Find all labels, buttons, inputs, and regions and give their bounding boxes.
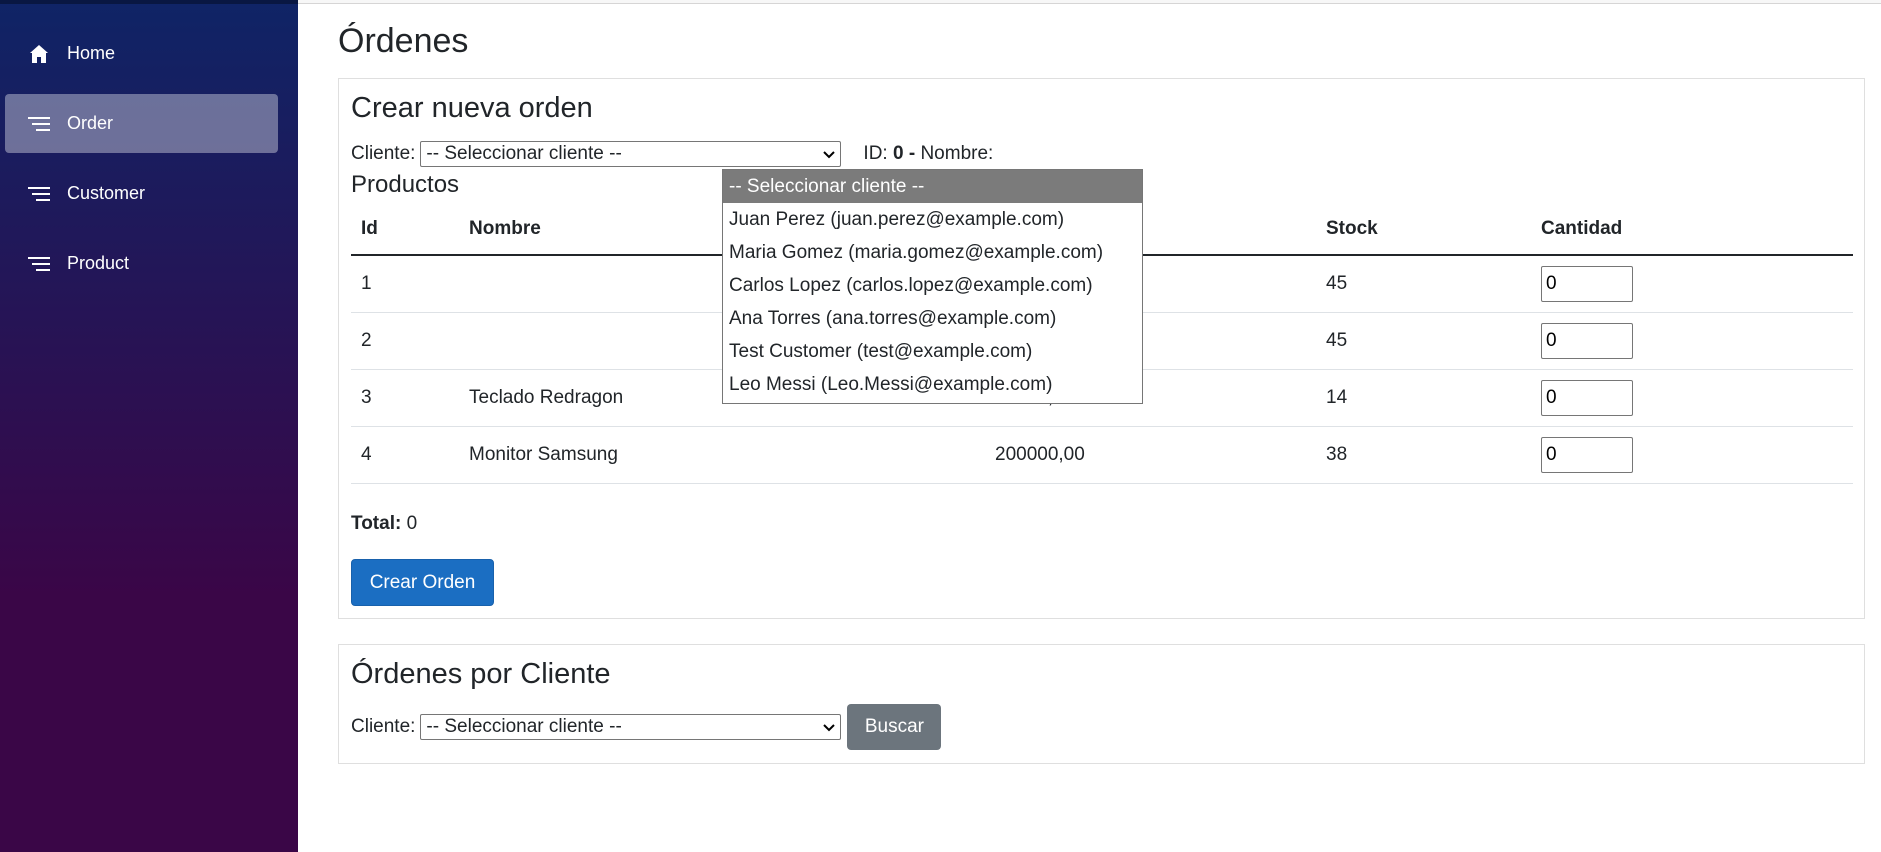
sidebar-item-home[interactable]: Home [5, 24, 278, 83]
sidebar-item-customer[interactable]: Customer [5, 164, 278, 223]
home-icon [27, 42, 51, 66]
dropdown-option[interactable]: Juan Perez (juan.perez@example.com) [723, 203, 1142, 236]
search-client-select-value: -- Seleccionar cliente -- [426, 716, 622, 737]
client-info: ID: 0 - Nombre: [863, 143, 993, 165]
sidebar-nav: Home Order Customer Product [5, 24, 278, 304]
order-total: Total: 0 [351, 513, 417, 535]
quantity-input[interactable] [1541, 436, 1633, 473]
products-label: Productos [351, 171, 460, 198]
cell-stock: 14 [1316, 369, 1531, 427]
top-bar [298, 0, 1881, 4]
cell-id: 3 [351, 369, 459, 427]
list-icon [27, 252, 51, 276]
sidebar-item-order[interactable]: Order [5, 94, 278, 153]
cell-quantity [1531, 312, 1853, 370]
sidebar-item-label: Product [67, 253, 130, 273]
column-header: Stock [1316, 203, 1531, 256]
cell-quantity [1531, 255, 1853, 313]
table-row: 4 Monitor Samsung 200000,00 38 [351, 426, 1853, 484]
client-row: Cliente: -- Seleccionar cliente -- ID: 0… [351, 141, 993, 167]
cell-price: 200000,00 [985, 426, 1316, 484]
id-label: ID: [863, 143, 888, 164]
cell-stock: 38 [1316, 426, 1531, 484]
search-client-row: Cliente: -- Seleccionar cliente -- Busca… [351, 704, 942, 750]
sidebar-item-label: Order [67, 113, 114, 133]
list-icon [27, 112, 51, 136]
client-label: Cliente: [351, 143, 416, 164]
page-title: Órdenes [338, 22, 469, 60]
cell-stock: 45 [1316, 255, 1531, 313]
id-separator: - [908, 143, 916, 164]
sidebar-item-product[interactable]: Product [5, 234, 278, 293]
sidebar: Home Order Customer Product [0, 0, 298, 852]
sidebar-top-border [0, 0, 298, 4]
chevron-down-icon [822, 720, 836, 734]
quantity-input[interactable] [1541, 265, 1633, 302]
name-label: Nombre: [920, 143, 994, 164]
total-value: 0 [406, 513, 418, 534]
client-select-value: -- Seleccionar cliente -- [426, 143, 622, 164]
column-header: Id [351, 203, 459, 256]
search-client-select[interactable]: -- Seleccionar cliente -- [420, 714, 842, 740]
app: Home Order Customer Product Órdenes Crea… [0, 0, 1881, 852]
dropdown-option[interactable]: Ana Torres (ana.torres@example.com) [723, 302, 1142, 335]
cell-stock: 45 [1316, 312, 1531, 370]
chevron-down-icon [822, 147, 836, 161]
dropdown-option[interactable]: Carlos Lopez (carlos.lopez@example.com) [723, 269, 1142, 302]
total-label: Total: [351, 513, 402, 534]
id-value: 0 [892, 143, 904, 164]
main-content: Órdenes Crear nueva orden Cliente: -- Se… [298, 0, 1881, 852]
dropdown-option[interactable]: Test Customer (test@example.com) [723, 335, 1142, 368]
cell-id: 4 [351, 426, 459, 484]
column-header: Cantidad [1531, 203, 1853, 256]
cell-quantity [1531, 426, 1853, 484]
client-dropdown-list[interactable]: -- Seleccionar cliente -- Juan Perez (ju… [722, 169, 1143, 404]
dropdown-option[interactable]: Maria Gomez (maria.gomez@example.com) [723, 236, 1142, 269]
dropdown-option[interactable]: Leo Messi (Leo.Messi@example.com) [723, 368, 1142, 401]
sidebar-item-label: Home [67, 43, 116, 63]
cell-quantity [1531, 369, 1853, 427]
orders-by-client-card: Órdenes por Cliente Cliente: -- Seleccio… [338, 644, 1865, 764]
cell-name: Monitor Samsung [459, 426, 985, 484]
cell-id: 1 [351, 255, 459, 313]
client-label: Cliente: [351, 716, 416, 737]
orders-by-client-title: Órdenes por Cliente [351, 658, 611, 690]
client-select[interactable]: -- Seleccionar cliente -- [420, 141, 842, 167]
dropdown-option[interactable]: -- Seleccionar cliente -- [723, 170, 1142, 203]
quantity-input[interactable] [1541, 322, 1633, 359]
create-order-title: Crear nueva orden [351, 92, 593, 124]
search-button[interactable]: Buscar [847, 704, 942, 750]
create-order-button[interactable]: Crear Orden [351, 559, 494, 606]
cell-id: 2 [351, 312, 459, 370]
list-icon [27, 182, 51, 206]
sidebar-item-label: Customer [67, 183, 146, 203]
quantity-input[interactable] [1541, 379, 1633, 416]
